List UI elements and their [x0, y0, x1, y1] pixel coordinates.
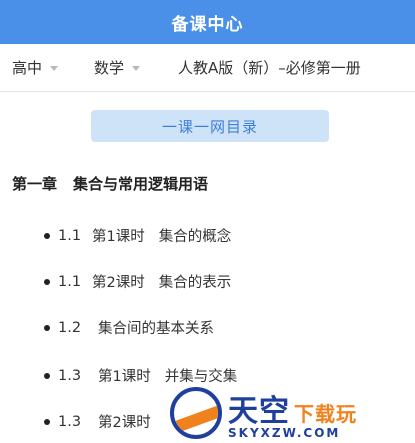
lesson-title: 集合的概念 [158, 229, 232, 245]
lesson-number: 1.3 [58, 367, 82, 384]
lesson-item[interactable]: 1.2 集合间的基本关系 [44, 317, 214, 338]
app-header: 备课中心 [0, 0, 415, 44]
bullet-icon [44, 372, 50, 379]
chapter-number: 第一章 [12, 175, 58, 193]
filter-bar: 高中 数学 人教A版（新）–必修第一册 [0, 44, 415, 92]
chapter-title: 集合与常用逻辑用语 [73, 175, 209, 193]
textbook-dropdown-label: 人教A版（新）–必修第一册 [178, 59, 361, 77]
caret-down-icon [132, 66, 141, 71]
watermark-text: 天空 下载玩 SKYXZW.COM [228, 386, 357, 440]
caret-down-icon [50, 66, 59, 71]
lesson-item[interactable]: 1.3 第2课时 [44, 411, 151, 432]
watermark-big-text: 天空 [228, 394, 290, 429]
page-title: 备课中心 [171, 14, 244, 35]
watermark-url: SKYXZW.COM [228, 426, 341, 440]
lesson-number: 1.3 [58, 413, 82, 430]
lesson-number: 1.1 [58, 273, 82, 290]
lesson-period: 第2课时 [98, 415, 151, 431]
textbook-dropdown[interactable]: 人教A版（新）–必修第一册 [178, 57, 361, 78]
watermark-logo-icon [170, 387, 222, 439]
bullet-icon [44, 324, 50, 331]
lesson-item[interactable]: 1.1 第2课时 集合的表示 [44, 271, 231, 292]
bullet-icon [44, 278, 50, 285]
level-dropdown-label: 高中 [12, 59, 43, 77]
lesson-number: 1.1 [58, 227, 82, 244]
lesson-item[interactable]: 1.1 第1课时 集合的概念 [44, 225, 231, 246]
bullet-icon [44, 232, 50, 239]
lesson-period: 第1课时 [92, 229, 145, 245]
lesson-number: 1.2 [58, 319, 82, 336]
level-dropdown[interactable]: 高中 [12, 57, 59, 78]
catalog-button[interactable]: 一课一网目录 [91, 110, 329, 142]
subject-dropdown-label: 数学 [94, 59, 125, 77]
bullet-icon [44, 418, 50, 425]
lesson-period: 第2课时 [92, 275, 145, 291]
watermark: 天空 下载玩 SKYXZW.COM [170, 383, 415, 443]
chapter-heading: 第一章 集合与常用逻辑用语 [12, 173, 208, 194]
subject-dropdown[interactable]: 数学 [94, 57, 141, 78]
watermark-small-text: 下载玩 [294, 402, 357, 426]
lesson-period: 第1课时 [98, 369, 151, 385]
catalog-button-label: 一课一网目录 [161, 117, 258, 136]
lesson-title: 集合间的基本关系 [98, 321, 214, 337]
lesson-title: 集合的表示 [158, 275, 232, 291]
